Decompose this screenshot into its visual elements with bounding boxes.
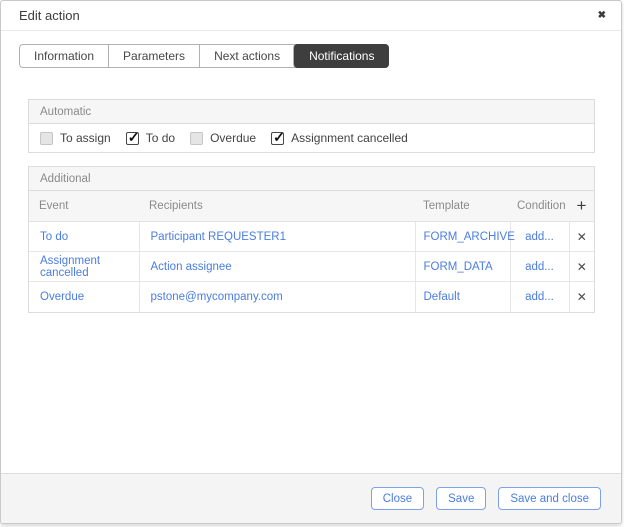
dialog-content: Automatic To assign To do Overdue Assign…	[1, 68, 621, 473]
save-and-close-button[interactable]: Save and close	[498, 487, 601, 510]
dialog-close-icon[interactable]: ✖	[598, 1, 606, 30]
tab-bar: Information Parameters Next actions Noti…	[19, 44, 621, 68]
event-link[interactable]: Overdue	[40, 291, 84, 303]
checkbox-label: Assignment cancelled	[291, 131, 408, 145]
dialog-footer: Close Save Save and close	[1, 473, 621, 523]
checkbox-label: To assign	[60, 131, 111, 145]
checkbox-to-do: To do	[125, 129, 176, 146]
condition-add-link[interactable]: add...	[525, 261, 554, 273]
event-link[interactable]: Assignment cancelled	[40, 255, 100, 279]
dialog-header: Edit action ✖	[1, 1, 621, 31]
save-button[interactable]: Save	[436, 487, 487, 510]
to-do-checkbox[interactable]	[125, 129, 139, 146]
event-link[interactable]: To do	[40, 231, 68, 243]
column-header-recipients: Recipients	[139, 191, 415, 222]
overdue-checkbox[interactable]	[190, 131, 204, 145]
checkbox-to-assign: To assign	[40, 131, 111, 145]
assignment-cancelled-checkbox[interactable]	[271, 129, 285, 146]
recipients-link[interactable]: Participant REQUESTER1	[151, 231, 287, 243]
remove-row-icon[interactable]: ✕	[577, 290, 587, 304]
remove-row-icon[interactable]: ✕	[577, 230, 587, 244]
template-link[interactable]: FORM_DATA	[424, 261, 493, 273]
to-assign-checkbox[interactable]	[40, 131, 53, 145]
recipients-link[interactable]: pstone@mycompany.com	[151, 291, 283, 303]
column-header-condition: Condition	[510, 191, 569, 222]
tab-notifications[interactable]: Notifications	[293, 44, 390, 68]
remove-row-icon[interactable]: ✕	[577, 260, 587, 274]
edit-action-dialog: Edit action ✖ Information Parameters Nex…	[0, 0, 622, 524]
table-row: To do Participant REQUESTER1 FORM_ARCHIV…	[29, 221, 594, 252]
automatic-checkbox-row: To assign To do Overdue Assignment cance…	[29, 124, 594, 152]
dialog-title: Edit action	[19, 8, 80, 23]
automatic-section: Automatic To assign To do Overdue Assign…	[28, 99, 595, 153]
condition-add-link[interactable]: add...	[525, 231, 554, 243]
column-header-event: Event	[29, 191, 139, 222]
column-header-template: Template	[415, 191, 510, 222]
add-notification-button[interactable]: +	[569, 191, 594, 221]
recipients-link[interactable]: Action assignee	[151, 261, 232, 273]
close-button[interactable]: Close	[370, 487, 425, 510]
condition-add-link[interactable]: add...	[525, 291, 554, 303]
checkbox-overdue: Overdue	[190, 131, 256, 145]
notifications-table: Event Recipients Template Condition + To…	[29, 191, 594, 312]
table-row: Overdue pstone@mycompany.com Default add…	[29, 281, 594, 312]
checkbox-label: To do	[145, 131, 176, 145]
checkbox-assignment-cancelled: Assignment cancelled	[271, 129, 408, 146]
template-link[interactable]: FORM_ARCHIVE	[424, 231, 515, 243]
template-link[interactable]: Default	[424, 291, 460, 303]
automatic-section-title: Automatic	[29, 100, 594, 124]
additional-section-title: Additional	[29, 167, 594, 191]
table-header-row: Event Recipients Template Condition +	[29, 191, 594, 222]
table-row: Assignment cancelled Action assignee FOR…	[29, 251, 594, 282]
tab-information[interactable]: Information	[20, 45, 108, 67]
tab-parameters[interactable]: Parameters	[108, 45, 199, 67]
tab-next-actions[interactable]: Next actions	[199, 45, 294, 67]
additional-section: Additional Event Recipients Template Con…	[28, 166, 595, 313]
checkbox-label: Overdue	[210, 131, 257, 145]
